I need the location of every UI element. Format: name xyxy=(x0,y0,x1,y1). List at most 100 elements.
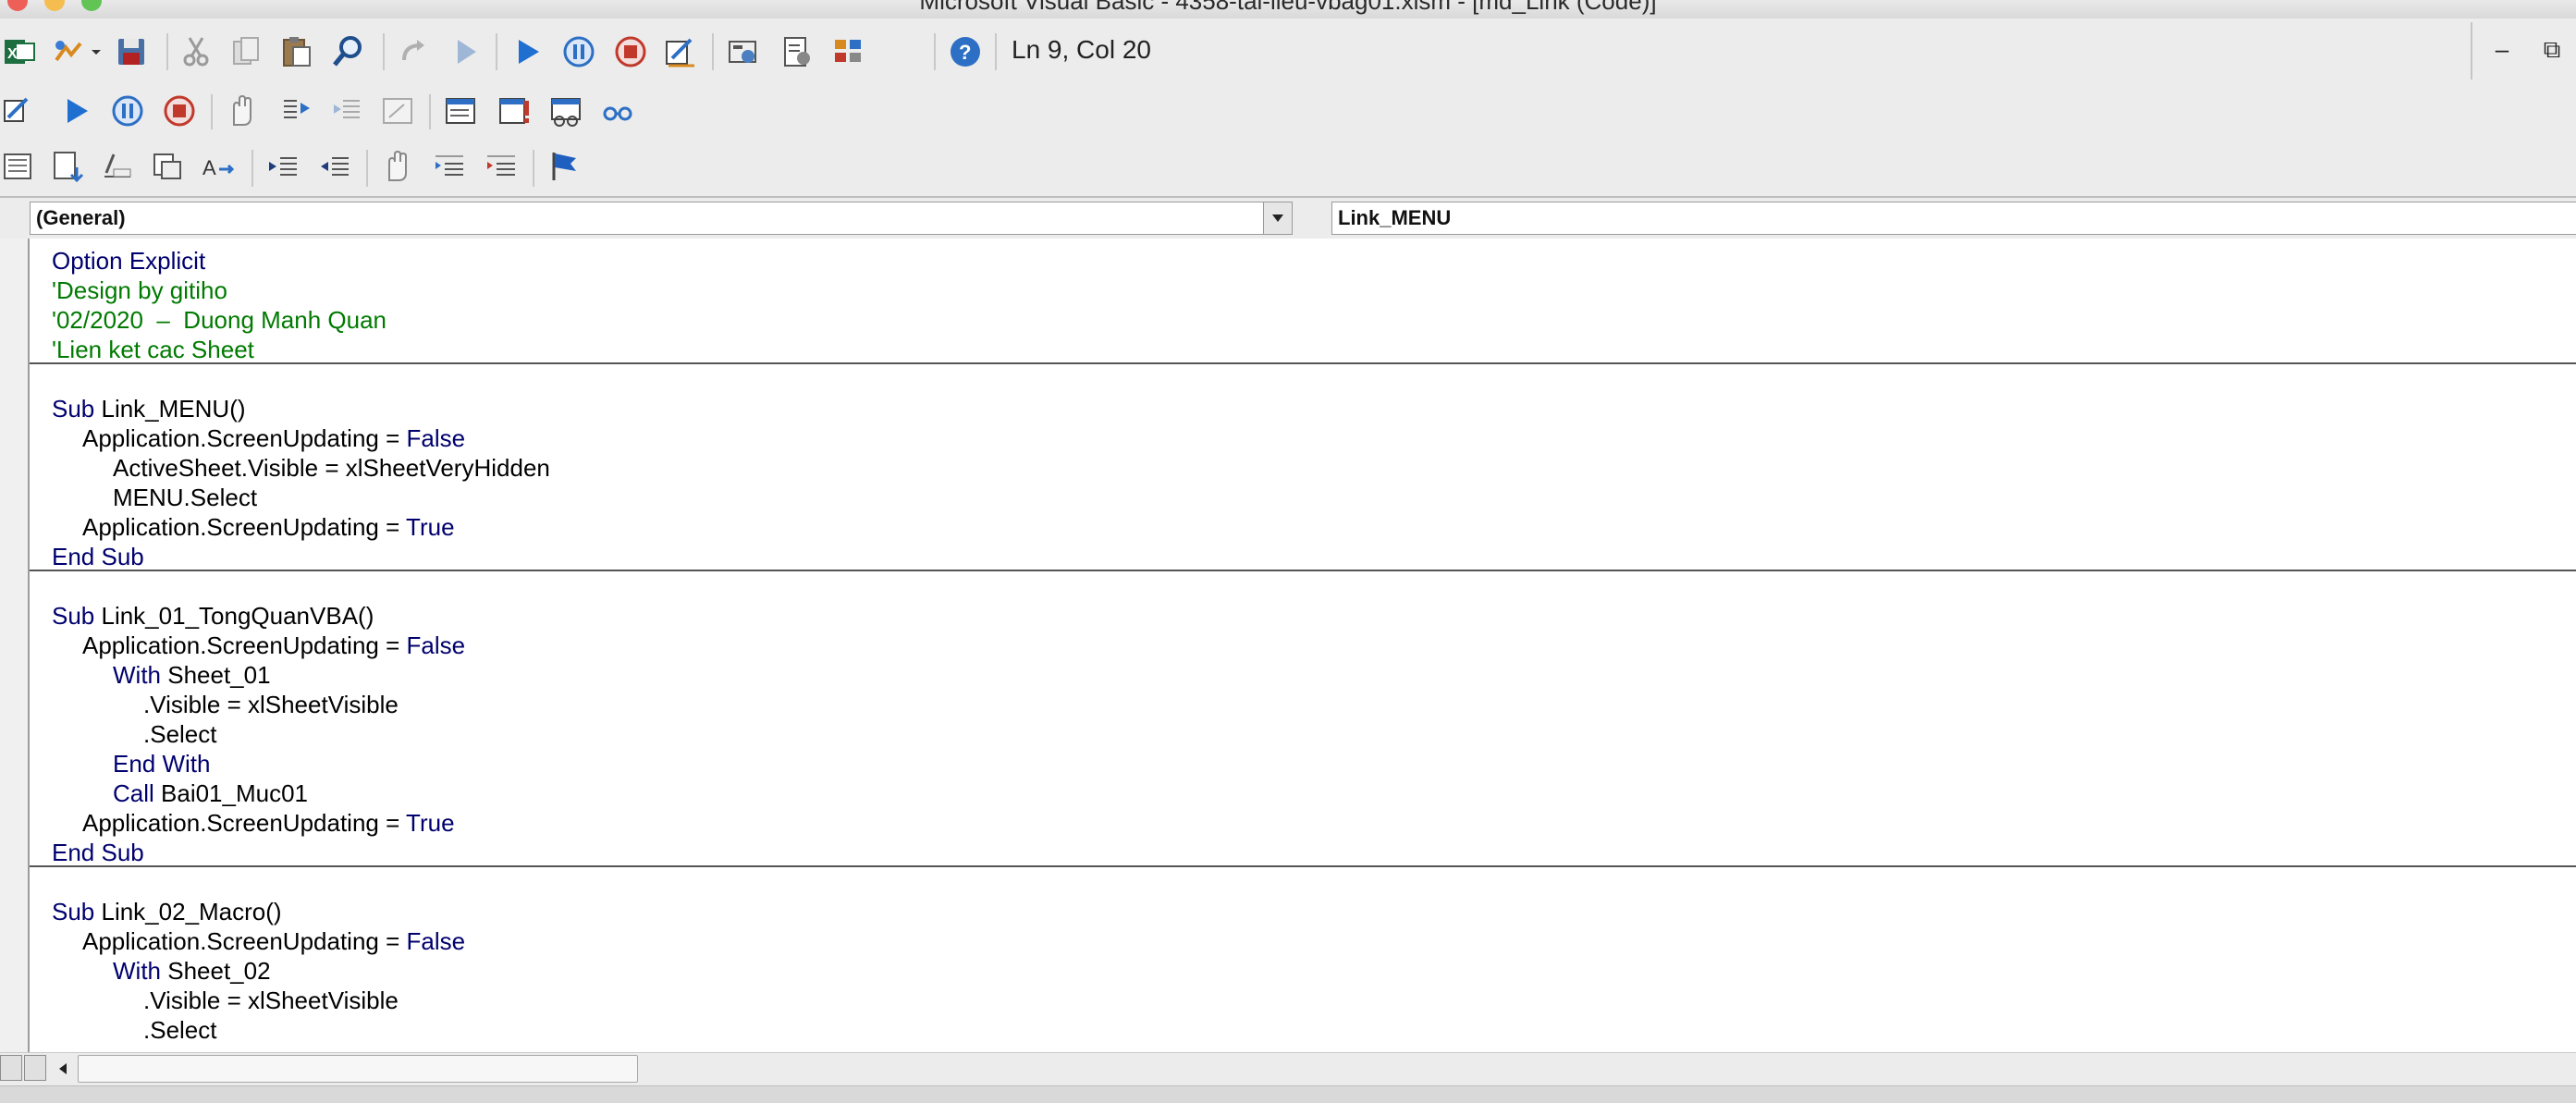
code-line[interactable]: 'Design by gitiho xyxy=(52,276,227,305)
code-line[interactable]: Call Bai01_Muc01 xyxy=(113,778,308,808)
outdent-button[interactable] xyxy=(314,146,355,187)
code-keyword: False xyxy=(406,927,466,955)
full-module-view-button[interactable] xyxy=(24,1055,46,1081)
code-editor[interactable]: Option Explicit 'Design by gitiho '02/2020… xyxy=(30,239,2576,1052)
paste-button[interactable] xyxy=(276,31,316,72)
find-button[interactable] xyxy=(329,31,370,72)
locals-window-button[interactable] xyxy=(440,91,481,131)
code-keyword: End Sub xyxy=(52,543,144,570)
quick-info-button[interactable] xyxy=(96,146,137,187)
run-sub-button[interactable] xyxy=(55,91,96,131)
toolbar-separator xyxy=(533,150,534,187)
toggle-bookmark-flag-icon[interactable] xyxy=(544,146,584,187)
step-into-button[interactable] xyxy=(276,91,316,131)
code-line[interactable]: With Sheet_01 xyxy=(113,660,271,690)
toolbar-separator xyxy=(2471,22,2472,80)
code-line[interactable]: Option Explicit xyxy=(52,246,205,276)
code-line[interactable]: ActiveSheet.Visible = xlSheetVeryHidden xyxy=(113,453,550,483)
code-line[interactable]: .Visible = xlSheetVisible xyxy=(143,986,399,1015)
code-line[interactable]: .Select xyxy=(143,1015,217,1045)
toolbar-separator xyxy=(211,94,213,129)
project-explorer-button[interactable] xyxy=(723,31,764,72)
procedure-separator xyxy=(30,570,2576,571)
toolbar-separator xyxy=(934,33,936,70)
chevron-down-icon[interactable] xyxy=(1263,202,1292,234)
code-line[interactable]: .Visible = xlSheetVisible xyxy=(143,690,399,719)
toolbar-separator xyxy=(383,33,385,70)
insert-userform-button[interactable] xyxy=(48,31,89,72)
code-line[interactable]: Application.ScreenUpdating = False xyxy=(82,926,465,956)
watch-window-button[interactable] xyxy=(546,91,586,131)
insert-dropdown-icon[interactable] xyxy=(85,31,107,72)
code-line[interactable]: Sub Link_02_Macro() xyxy=(52,897,282,926)
code-text: Sheet_01 xyxy=(161,661,271,689)
step-over-button[interactable] xyxy=(327,91,368,131)
code-line[interactable]: MENU.Select xyxy=(113,483,257,512)
design-mode-button[interactable] xyxy=(0,91,41,131)
procedure-view-button[interactable] xyxy=(0,1055,22,1081)
code-text: Link_01_TongQuanVBA() xyxy=(94,602,374,630)
copy-button[interactable] xyxy=(226,31,266,72)
code-line[interactable]: Application.ScreenUpdating = False xyxy=(82,631,465,660)
run-disabled-icon[interactable] xyxy=(446,31,486,72)
restore-child-button[interactable]: ⧉ xyxy=(2533,35,2570,65)
code-line[interactable]: 'Lien ket cac Sheet xyxy=(52,335,254,364)
horizontal-scrollbar-thumb[interactable] xyxy=(78,1055,638,1083)
reset-button[interactable] xyxy=(610,31,651,72)
object-browser-button[interactable] xyxy=(828,31,869,72)
view-excel-button[interactable]: X xyxy=(0,31,41,72)
cut-button[interactable] xyxy=(176,31,216,72)
code-line[interactable]: Application.ScreenUpdating = True xyxy=(82,808,455,838)
break-button[interactable] xyxy=(558,31,599,72)
complete-word-button[interactable]: A xyxy=(198,146,239,187)
help-icon[interactable]: ? xyxy=(945,31,986,72)
object-combo[interactable]: (General) xyxy=(30,202,1293,235)
run-sub-button[interactable] xyxy=(507,31,547,72)
code-line[interactable]: Application.ScreenUpdating = False xyxy=(82,423,465,453)
code-text: Application.ScreenUpdating = xyxy=(82,513,407,541)
code-text: Application.ScreenUpdating = xyxy=(82,631,407,659)
break-button[interactable] xyxy=(107,91,148,131)
svg-text:?: ? xyxy=(959,41,971,64)
code-text: MENU.Select xyxy=(113,484,258,511)
toolbar-separator xyxy=(251,150,253,187)
code-keyword: Option Explicit xyxy=(52,247,206,275)
code-keyword: True xyxy=(406,809,455,837)
code-line[interactable]: End With xyxy=(113,749,211,778)
code-line[interactable]: '02/2020 – Duong Manh Quan xyxy=(52,305,386,335)
procedure-combo[interactable]: Link_MENU xyxy=(1331,202,2576,235)
code-keyword: End Sub xyxy=(52,839,144,866)
save-button[interactable] xyxy=(111,31,152,72)
code-window-header: (General) Link_MENU xyxy=(0,198,2576,239)
code-line[interactable]: Sub Link_MENU() xyxy=(52,394,246,423)
code-line[interactable]: End Sub xyxy=(52,542,144,571)
scroll-left-arrow-icon[interactable] xyxy=(50,1055,76,1083)
quick-watch-glasses-icon[interactable] xyxy=(597,91,638,131)
list-properties-button[interactable] xyxy=(0,146,41,187)
code-line[interactable]: Application.ScreenUpdating = True xyxy=(82,512,455,542)
code-line[interactable]: .Select xyxy=(143,719,217,749)
standard-toolbar: X ? Ln 9, Col 20 – ⧉ xyxy=(0,18,2576,86)
design-mode-button[interactable] xyxy=(660,31,701,72)
minimize-child-button[interactable]: – xyxy=(2484,35,2521,64)
immediate-window-button[interactable] xyxy=(494,91,534,131)
code-line[interactable]: Sub Link_01_TongQuanVBA() xyxy=(52,601,374,631)
toggle-breakpoint-hand-icon[interactable] xyxy=(222,91,263,131)
uncomment-block-button[interactable] xyxy=(481,146,521,187)
svg-text:X: X xyxy=(7,46,18,62)
margin-indicator-bar[interactable] xyxy=(0,239,30,1052)
code-text: .Visible = xlSheetVisible xyxy=(143,987,399,1014)
cursor-position: Ln 9, Col 20 xyxy=(1012,35,1151,64)
comment-block-button[interactable] xyxy=(429,146,470,187)
list-constants-button[interactable] xyxy=(48,146,89,187)
toggle-breakpoint-hand-icon[interactable] xyxy=(377,146,418,187)
properties-window-button[interactable] xyxy=(777,31,817,72)
code-text: .Select xyxy=(143,720,217,748)
redo-button[interactable] xyxy=(394,31,435,72)
reset-button[interactable] xyxy=(159,91,200,131)
code-line[interactable]: End Sub xyxy=(52,838,144,867)
parameter-info-button[interactable] xyxy=(146,146,187,187)
step-out-button[interactable] xyxy=(377,91,418,131)
indent-button[interactable] xyxy=(263,146,303,187)
code-line[interactable]: With Sheet_02 xyxy=(113,956,271,986)
